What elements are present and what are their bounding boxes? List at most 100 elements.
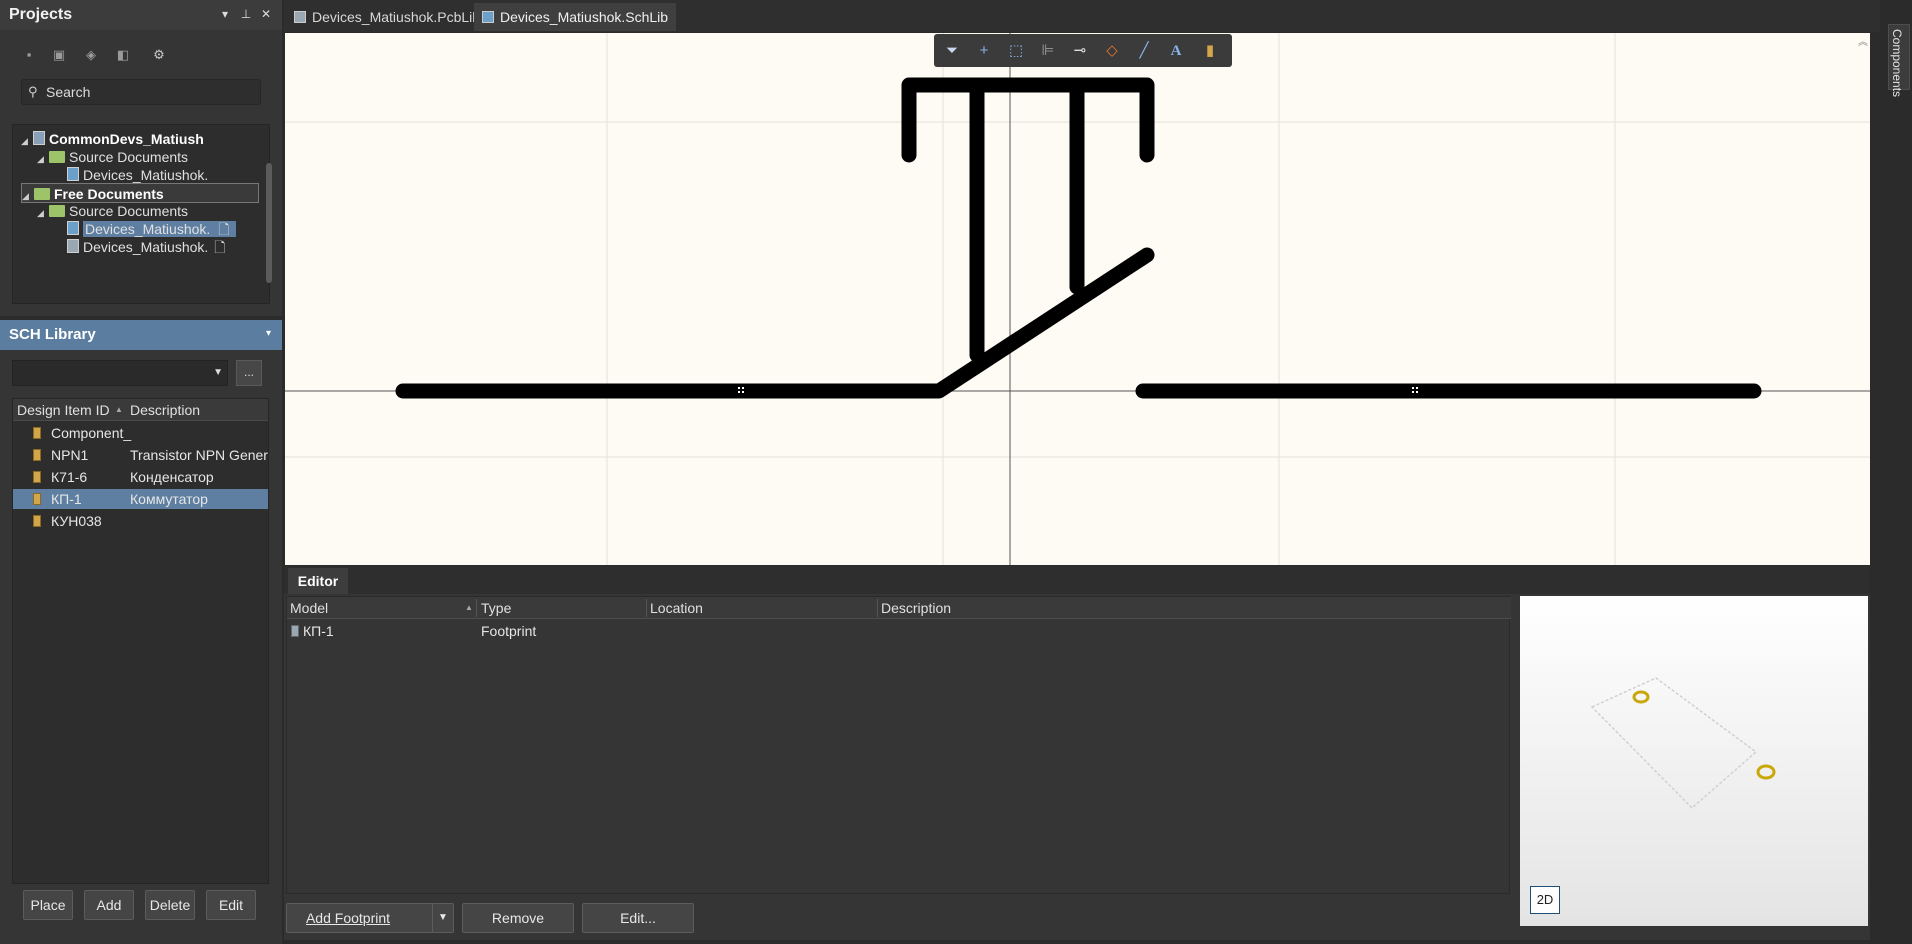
folder-icon <box>49 151 65 163</box>
schlib-doc-icon <box>482 11 494 23</box>
tree-item-folder[interactable]: ◢ Source Documents <box>37 147 188 167</box>
table-header: Model ▲ Type Location Description <box>287 597 1511 619</box>
save-all-icon[interactable]: ▣ <box>50 46 68 64</box>
pin-panel-icon[interactable]: ⊥ <box>238 6 254 22</box>
schlib-doc-icon <box>67 167 79 181</box>
library-more-button[interactable]: ... <box>236 360 262 386</box>
table-row[interactable]: К71-6 Конденсатор <box>13 467 268 487</box>
component-icon <box>33 471 41 483</box>
project-tree: ◢ CommonDevs_Matiush ◢ Source Documents De… <box>12 124 272 304</box>
column-header-model[interactable]: Model <box>290 600 328 616</box>
tree-item-project[interactable]: ◢ CommonDevs_Matiush <box>21 129 204 149</box>
folder-icon <box>34 188 50 200</box>
projects-panel: Projects ▾ ⊥ ✕ ▪ ▣ ◈ ◧ ⚙ ⚲ ◢CommonDevs_M… <box>0 0 282 316</box>
editor-tabbar: Editor <box>284 566 1870 594</box>
model-table: Model ▲ Type Location Description КП-1 F… <box>286 596 1511 894</box>
expand-arrow-icon[interactable]: ◢ <box>21 131 33 151</box>
close-project-icon[interactable]: ◧ <box>114 46 132 64</box>
tab-editor[interactable]: Editor <box>288 568 348 594</box>
scrollbar-thumb[interactable] <box>266 163 272 283</box>
line-icon[interactable]: ╱ <box>1134 41 1154 61</box>
close-panel-icon[interactable]: ✕ <box>258 6 274 22</box>
edit-button[interactable]: Edit <box>206 890 256 920</box>
column-divider[interactable] <box>476 599 477 617</box>
sch-library-panel: SCH Library ▾ ▼ ... Design Item ID ▲ Des… <box>0 320 282 944</box>
document-icon: 🗋 <box>212 221 236 237</box>
sort-arrow-icon: ▲ <box>465 603 473 612</box>
component-icon[interactable]: ▮ <box>1200 41 1220 61</box>
footprint-preview-drawing <box>1590 677 1776 810</box>
text-icon[interactable]: A <box>1166 41 1186 61</box>
projects-panel-header: Projects ▾ ⊥ ✕ <box>0 0 282 30</box>
expand-arrow-icon[interactable]: ◢ <box>37 149 49 169</box>
edit-model-button[interactable]: Edit... <box>582 903 694 933</box>
expand-arrow-icon[interactable]: ◢ <box>22 186 34 206</box>
table-row[interactable]: КП-1 Footprint <box>287 621 1511 641</box>
select-rect-icon[interactable]: ⬚ <box>1006 41 1026 61</box>
table-header: Design Item ID ▲ Description <box>13 399 268 421</box>
component-icon <box>33 449 41 461</box>
place-button[interactable]: Place <box>23 890 73 920</box>
right-panel-strip: Components <box>1880 0 1912 944</box>
sort-arrow-icon: ▲ <box>115 405 123 414</box>
column-header-type[interactable]: Type <box>481 600 511 616</box>
tree-scrollbar[interactable] <box>266 135 272 295</box>
panel-menu-icon[interactable]: ▾ <box>217 6 233 22</box>
library-filter-select[interactable]: ▼ <box>12 360 228 386</box>
folder-icon <box>49 205 65 217</box>
table-row[interactable]: NPN1 Transistor NPN Generic <box>13 445 268 465</box>
table-row[interactable]: КУН038 <box>13 511 268 531</box>
component-icon <box>33 427 41 439</box>
remove-button[interactable]: Remove <box>462 903 574 933</box>
align-icon[interactable]: ⊫ <box>1038 41 1058 61</box>
tree-item-project[interactable]: ◢ Free Documents <box>21 183 259 203</box>
chevron-down-icon[interactable]: ▾ <box>266 328 271 339</box>
add-footprint-dropdown[interactable]: ▼ <box>432 903 454 933</box>
column-header-description[interactable]: Description <box>130 402 200 418</box>
document-icon: 🗋 <box>214 239 226 255</box>
column-divider[interactable] <box>646 599 647 617</box>
column-header-description[interactable]: Description <box>881 600 951 616</box>
tree-item-document[interactable]: Devices_Matiushok. 🗋 <box>67 219 259 239</box>
footprint-icon <box>291 625 299 637</box>
footprint-3d-preview[interactable]: 2D <box>1520 596 1868 926</box>
projects-panel-title: Projects <box>9 6 73 23</box>
tree-item-document[interactable]: Devices_Matiushok. <box>67 165 208 185</box>
active-bar: ⏷ + ⬚ ⊫ ⊸ ◇ ╱ A ▮ <box>934 34 1232 67</box>
library-items-table: Design Item ID ▲ Description Component_ … <box>12 398 269 884</box>
delete-button[interactable]: Delete <box>145 890 195 920</box>
column-divider[interactable] <box>877 599 878 617</box>
collapse-up-icon[interactable]: ︽ <box>1858 33 1868 48</box>
eraser-icon[interactable]: ◇ <box>1102 41 1122 61</box>
components-panel-tab[interactable]: Components <box>1888 24 1910 97</box>
projects-toolbar: ▪ ▣ ◈ ◧ ⚙ <box>20 46 180 66</box>
switch-symbol[interactable] <box>395 77 1762 399</box>
component-icon <box>33 493 41 505</box>
schlib-doc-icon <box>67 221 79 235</box>
plus-icon[interactable]: + <box>974 41 994 61</box>
schematic-drawing <box>285 33 1870 565</box>
column-header-location[interactable]: Location <box>650 600 703 616</box>
gear-icon[interactable]: ⚙ <box>150 46 168 64</box>
tree-item-folder[interactable]: ◢ Source Documents <box>37 201 188 221</box>
search-icon: ⚲ <box>28 84 38 99</box>
table-row[interactable]: Component_ <box>13 423 268 443</box>
table-row[interactable]: КП-1 Коммутатор <box>13 489 268 509</box>
pcblib-doc-icon <box>67 239 79 253</box>
search-input[interactable] <box>46 83 256 101</box>
project-options-icon[interactable]: ◈ <box>82 46 100 64</box>
sch-library-title: SCH Library <box>9 326 96 343</box>
projects-search[interactable]: ⚲ <box>21 79 261 105</box>
schematic-canvas[interactable]: ︽ <box>285 33 1870 565</box>
filter-icon[interactable]: ⏷ <box>942 41 962 61</box>
tab-schlib[interactable]: Devices_Matiushok.SchLib <box>474 3 677 31</box>
tab-pcblib[interactable]: Devices_Matiushok.PcbLib <box>286 3 488 31</box>
add-footprint-button[interactable]: Add Footprint <box>286 903 434 933</box>
add-button[interactable]: Add <box>84 890 134 920</box>
pin-icon[interactable]: ⊸ <box>1070 41 1090 61</box>
tree-item-document[interactable]: Devices_Matiushok. 🗋 <box>67 237 232 257</box>
expand-arrow-icon[interactable]: ◢ <box>37 203 49 223</box>
save-icon[interactable]: ▪ <box>20 46 38 64</box>
view-2d-button[interactable]: 2D <box>1530 886 1560 914</box>
column-header-design-item-id[interactable]: Design Item ID <box>17 402 110 418</box>
